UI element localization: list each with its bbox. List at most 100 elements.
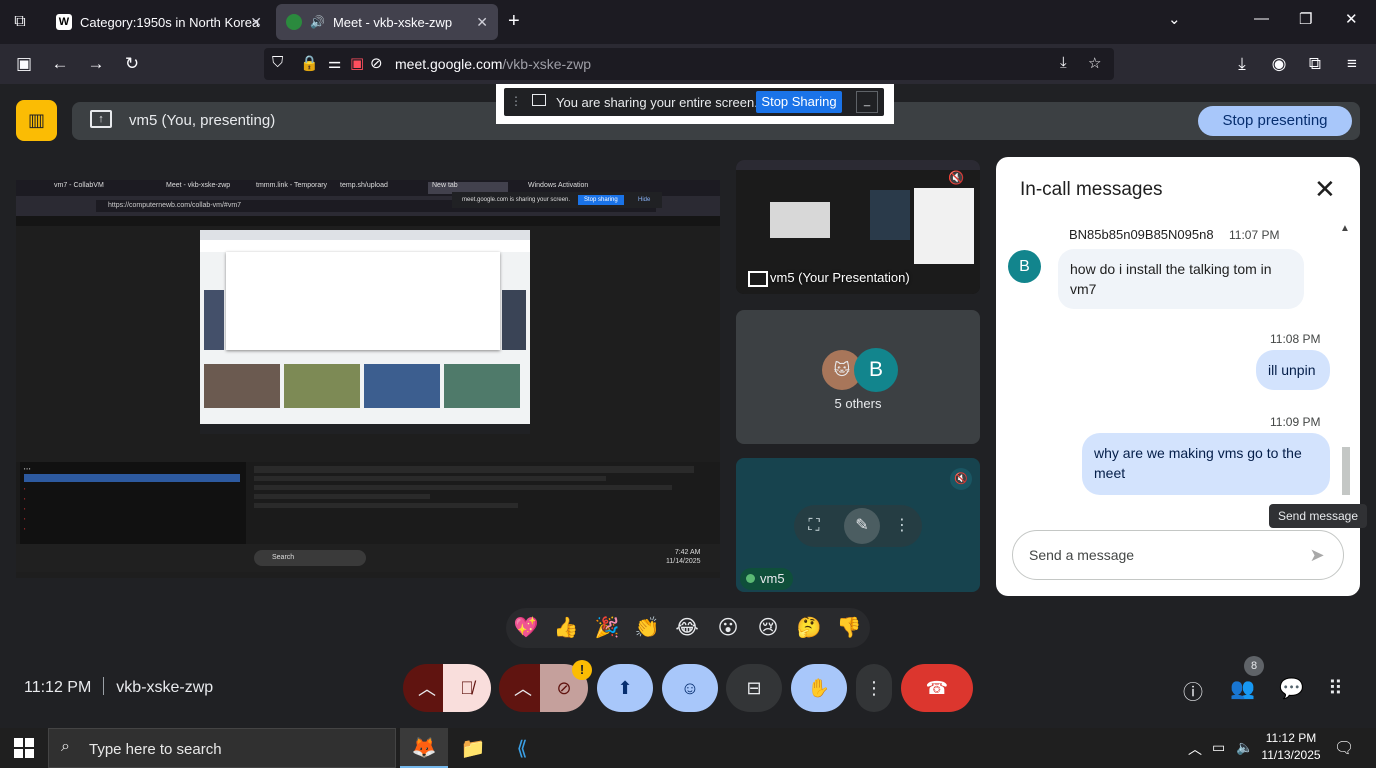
sidebar-icon[interactable]: ▣ (12, 52, 36, 76)
chevron-up-icon: ︿ (418, 679, 436, 699)
sender-name: BN85b85n09B85N095n8 (1069, 227, 1214, 242)
chat-scrollbar[interactable]: ▲ (1340, 223, 1352, 501)
shared-stop-sharing: Stop sharing (578, 195, 624, 205)
close-tab-icon[interactable]: ✕ (250, 14, 262, 31)
reaction-thinking[interactable]: 🤔 (796, 615, 822, 641)
shared-screen-tile: vm7 - CollabVM Meet - vkb-xske-zwp tmmm.… (16, 180, 720, 578)
chat-icon[interactable]: 💬 (1279, 676, 1304, 701)
reaction-laugh[interactable]: 😂 (674, 615, 700, 641)
tile-controls: ⛶ ✎ ⋮ (794, 505, 922, 547)
mic-toggle-button[interactable]: 🎙̸ (443, 664, 491, 712)
scroll-thumb[interactable] (1342, 447, 1350, 495)
tab-list-icon[interactable]: ⧉ (8, 10, 32, 34)
wikipedia-favicon-icon: W (56, 14, 72, 30)
mic-off-icon: 🔇 (950, 468, 972, 490)
others-tile[interactable]: 🐱 B 5 others (736, 310, 980, 444)
restore-icon[interactable]: ❐ (1299, 10, 1312, 28)
menu-icon[interactable]: ≡ (1340, 52, 1364, 76)
extensions-icon[interactable]: ⧉ (1303, 52, 1327, 76)
shared-clock: 7:42 AM 11/14/2025 (666, 549, 701, 565)
frame-person-icon[interactable]: ⛶ (802, 514, 826, 538)
meet-favicon-icon (286, 14, 302, 30)
taskbar-clock[interactable]: 11:12 PM 11/13/2025 (1258, 730, 1324, 764)
participant-avatar: B (854, 348, 898, 392)
camera-warning-badge: ! (572, 660, 592, 680)
shield-icon[interactable]: ⛉ (272, 54, 283, 71)
downloads-icon[interactable]: ⤓ (1230, 52, 1254, 76)
install-app-icon[interactable]: ⤓ (1060, 54, 1067, 71)
minimize-icon[interactable]: — (1254, 10, 1269, 27)
account-icon[interactable]: ◉ (1267, 52, 1291, 76)
leave-call-button[interactable]: ☎ (901, 664, 973, 712)
reaction-thumbs-up[interactable]: 👍 (553, 615, 579, 641)
people-icon[interactable]: 👥 (1230, 676, 1255, 701)
file-explorer-taskbar-icon[interactable]: 📁 (449, 728, 497, 768)
message-input[interactable] (1029, 543, 1289, 567)
reaction-thumbs-down[interactable]: 👎 (836, 615, 862, 641)
chat-message: how do i install the talking tom in vm7 (1058, 249, 1304, 309)
screen-share-indicator-icon[interactable]: ▣ (350, 54, 364, 72)
lock-icon[interactable]: 🔒 (300, 54, 319, 72)
chat-input-box[interactable]: ➤ (1012, 530, 1344, 580)
permissions-icon[interactable]: ⚌ (328, 54, 341, 72)
volume-icon[interactable]: 🔈 (1236, 739, 1253, 756)
back-icon[interactable]: ← (48, 52, 72, 76)
captions-button[interactable]: ⊟ (726, 664, 782, 712)
network-icon[interactable]: ▭ (1212, 739, 1225, 756)
presentation-icon (748, 270, 768, 287)
vm5-tile[interactable]: 🔇 ⛶ ✎ ⋮ vm5 (736, 458, 980, 592)
tab-meet[interactable]: 🔊 Meet - vkb-xske-zwp ✕ (276, 4, 498, 40)
activities-icon[interactable]: ⠿ (1328, 676, 1343, 701)
new-tab-icon[interactable]: + (508, 10, 520, 33)
forward-icon[interactable]: → (84, 52, 108, 76)
muted-icon[interactable]: ⊘ (370, 54, 383, 72)
reaction-sad[interactable]: 😢 (755, 615, 781, 641)
emoji-button[interactable]: ☺ (662, 664, 718, 712)
speaking-indicator-icon (746, 574, 755, 583)
close-chat-icon[interactable]: ✕ (1314, 175, 1336, 203)
close-window-icon[interactable]: ✕ (1345, 10, 1358, 28)
vscode-taskbar-icon[interactable]: ⟪ (498, 728, 546, 768)
scroll-up-icon[interactable]: ▲ (1340, 223, 1350, 234)
present-button[interactable]: ⬆ (597, 664, 653, 712)
stop-presenting-button[interactable]: Stop presenting (1198, 106, 1352, 136)
more-options-icon[interactable]: ⋮ (890, 514, 914, 538)
shared-nav-bar: https://computernewb.com/collab-vm/#vm7 … (16, 192, 720, 216)
firefox-taskbar-icon[interactable]: 🦊 (400, 728, 448, 768)
taskbar-search[interactable]: ⌕ (48, 728, 396, 768)
self-presentation-tile[interactable]: 🔇 vm5 (Your Presentation) (736, 160, 980, 294)
search-icon: ⌕ (61, 738, 70, 755)
url-bar[interactable]: ⛉ 🔒 ⚌ ▣ ⊘ meet.google.com/vkb-xske-zwp ⤓… (264, 48, 1114, 80)
more-options-button[interactable]: ⋮ (856, 664, 892, 712)
stop-sharing-button[interactable]: Stop Sharing (756, 91, 842, 113)
people-count-badge: 8 (1244, 656, 1264, 676)
captions-icon: ⊟ (746, 677, 762, 698)
send-tooltip: Send message (1269, 504, 1367, 528)
raise-hand-button[interactable]: ✋ (791, 664, 847, 712)
hide-banner-button[interactable]: _ (856, 91, 878, 113)
visual-effects-icon[interactable]: ✎ (844, 508, 880, 544)
shared-tab: temp.sh/upload (340, 182, 388, 189)
speaker-icon[interactable]: 🔊 (310, 15, 325, 29)
taskbar-search-input[interactable] (89, 738, 379, 760)
list-all-tabs-icon[interactable]: ⌄ (1168, 10, 1181, 28)
tab-wikipedia[interactable]: W Category:1950s in North Korea ✕ (46, 4, 272, 40)
drag-handle-icon[interactable]: ⋮ (510, 94, 522, 108)
close-tab-icon[interactable]: ✕ (476, 14, 488, 31)
notifications-icon[interactable]: 🗨 (1334, 738, 1354, 758)
send-icon[interactable]: ➤ (1305, 543, 1329, 567)
participant-name: vm5 (740, 568, 793, 590)
reaction-surprised[interactable]: 😮 (715, 615, 741, 641)
reaction-party[interactable]: 🎉 (594, 615, 620, 641)
clock-date: 11/13/2025 (1261, 748, 1321, 762)
reload-icon[interactable]: ↻ (120, 52, 144, 76)
reaction-clap[interactable]: 👏 (634, 615, 660, 641)
mic-off-icon: 🎙̸ (460, 677, 474, 698)
bookmark-star-icon[interactable]: ☆ (1088, 54, 1101, 72)
meeting-details-icon[interactable]: ⓘ (1183, 676, 1203, 705)
reaction-heart[interactable]: 💖 (513, 615, 539, 641)
windows-start-icon[interactable] (14, 738, 34, 758)
others-count-label: 5 others (834, 396, 882, 411)
tray-overflow-icon[interactable]: ︿ (1188, 739, 1202, 759)
reactions-bar: 💖 👍 🎉 👏 😂 😮 😢 🤔 👎 (506, 608, 870, 648)
